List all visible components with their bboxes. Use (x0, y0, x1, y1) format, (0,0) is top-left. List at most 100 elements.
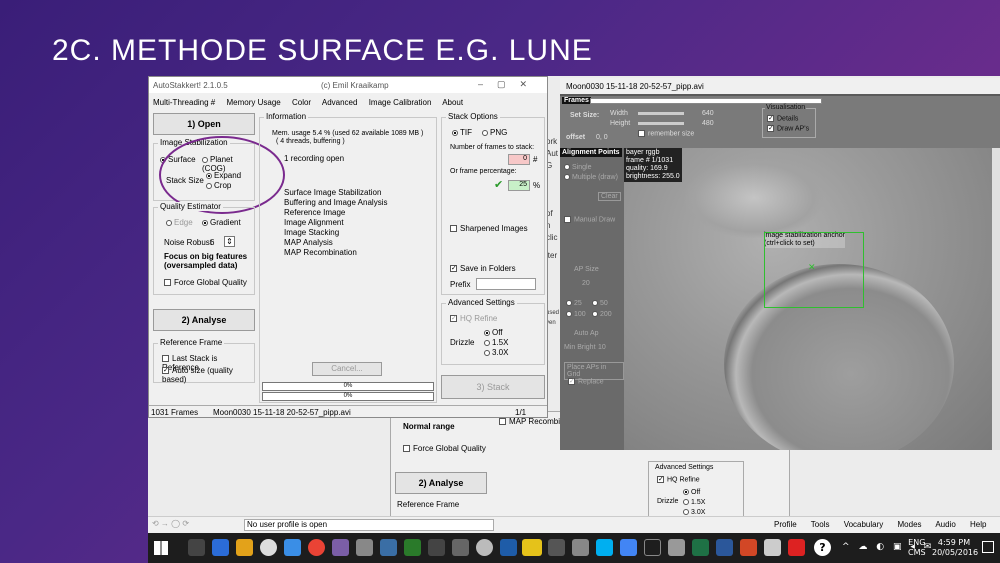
drizzle-off-radio[interactable]: Off (484, 328, 503, 337)
moon-image[interactable]: bayer rggb frame # 1/1031 quality: 169.9… (624, 148, 992, 450)
app-icon[interactable] (476, 539, 493, 556)
app-icon[interactable] (500, 539, 517, 556)
app-icon[interactable] (788, 539, 805, 556)
analyse-button[interactable]: 2) Analyse (153, 309, 255, 331)
checkbox[interactable] (403, 445, 410, 453)
skype-icon[interactable] (596, 539, 613, 556)
clock[interactable]: 4:59 PM 20/05/2016 (932, 538, 978, 558)
back-hq-refine[interactable]: ✓ HQ Refine (657, 476, 700, 483)
app-icon[interactable] (548, 539, 565, 556)
menu-vocabulary[interactable]: Vocabulary (844, 520, 884, 529)
frames-to-stack-input[interactable]: 0 (508, 154, 530, 165)
autostakkert-icon[interactable] (522, 539, 542, 556)
single-radio[interactable]: Single (564, 164, 591, 171)
notification-icon[interactable] (982, 541, 994, 553)
menu-calibration[interactable]: Image Calibration (369, 98, 432, 107)
app-icon[interactable] (572, 539, 589, 556)
cancel-button[interactable]: Cancel... (312, 362, 382, 376)
app-icon[interactable] (380, 539, 397, 556)
desktop-screenshot: Normal range Force Global Quality 2) Ana… (148, 76, 1000, 563)
sharpened-checkbox[interactable]: Sharpened Images (450, 224, 528, 233)
remember-size-checkbox[interactable]: remember size (638, 130, 694, 137)
threads-text: ( 4 threads, buffering ) (276, 138, 345, 145)
preview-scrollbar[interactable] (992, 148, 1000, 450)
preview-titlebar: Moon0030 15-11-18 20-52-57_pipp.avi (560, 78, 1000, 94)
back-drizzle-15[interactable]: 1.5X (683, 499, 705, 506)
app-icon[interactable] (764, 539, 781, 556)
frame-percentage-input[interactable]: 25 (508, 180, 530, 191)
menu-memory[interactable]: Memory Usage (226, 98, 280, 107)
start-icon[interactable] (154, 541, 168, 555)
drizzle-label: Drizzle (450, 338, 475, 347)
back-analyse-button[interactable]: 2) Analyse (395, 472, 487, 494)
memory-usage-text: Mem. usage 5.4 % (used 62 available 1089… (272, 130, 424, 137)
height-slider[interactable] (638, 122, 684, 125)
details-checkbox[interactable]: ✓ Details (767, 115, 798, 122)
menu-tools[interactable]: Tools (811, 520, 830, 529)
drive-icon[interactable] (620, 539, 637, 556)
menu-advanced[interactable]: Advanced (322, 98, 358, 107)
drizzle-15-radio[interactable]: 1.5X (484, 338, 508, 347)
multiple-radio[interactable]: Multiple (draw) (564, 174, 618, 181)
word-icon[interactable] (716, 539, 733, 556)
language-indicator[interactable]: ENG CMS (908, 538, 926, 558)
hq-refine-checkbox[interactable]: ✓ HQ Refine (450, 314, 497, 323)
slide-title: 2C. METHODE SURFACE E.G. LUNE (52, 34, 593, 67)
size-50-radio[interactable]: 50 (592, 300, 608, 307)
app-icon[interactable] (236, 539, 253, 556)
menu-profile[interactable]: Profile (774, 520, 797, 529)
menu-audio[interactable]: Audio (935, 520, 955, 529)
noise-stepper-icon[interactable]: ⇕ (224, 236, 235, 247)
stack-button[interactable]: 3) Stack (441, 375, 545, 399)
size-25-radio[interactable]: 25 (566, 300, 582, 307)
app-icon[interactable] (332, 539, 349, 556)
replace-checkbox[interactable]: ✓ Replace (568, 378, 604, 385)
size-100-radio[interactable]: 100 (566, 311, 586, 318)
edge-radio[interactable]: Edge (166, 218, 193, 227)
manual-draw-checkbox[interactable]: Manual Draw (564, 216, 615, 223)
prefix-input[interactable] (476, 278, 536, 290)
force-global-checkbox[interactable]: Force Global Quality (164, 278, 247, 287)
app-icon[interactable] (404, 539, 421, 556)
drizzle-30-radio[interactable]: 3.0X (484, 348, 508, 357)
nav-icons[interactable]: ⟲ → ◯ ⟳ (152, 519, 189, 528)
app-icon[interactable] (644, 539, 661, 556)
back-drizzle-off[interactable]: Off (683, 489, 700, 496)
png-radio[interactable]: PNG (482, 128, 507, 137)
clear-button[interactable]: Clear (598, 192, 621, 201)
menu-about[interactable]: About (442, 98, 463, 107)
percentage-label: Or frame percentage: (450, 168, 517, 175)
offset-value: 0, 0 (596, 134, 608, 141)
step-item: MAP Analysis (284, 238, 333, 247)
back-force-global[interactable]: Force Global Quality (403, 444, 486, 453)
menu-modes[interactable]: Modes (898, 520, 922, 529)
app-icon[interactable] (668, 539, 685, 556)
excel-icon[interactable] (692, 539, 709, 556)
back-drizzle-30[interactable]: 3.0X (683, 509, 705, 516)
chrome-icon[interactable] (308, 539, 325, 556)
gradient-radio[interactable]: Gradient (202, 218, 241, 227)
app-icon[interactable] (212, 539, 229, 556)
menu-color[interactable]: Color (292, 98, 311, 107)
app-icon[interactable] (284, 539, 301, 556)
app-icon[interactable] (356, 539, 373, 556)
save-folders-checkbox[interactable]: ✓ Save in Folders (450, 264, 516, 273)
taskview-icon[interactable] (188, 539, 205, 556)
status-page: 1/1 (515, 408, 527, 417)
hp-icon[interactable] (260, 539, 277, 556)
app-icon[interactable] (428, 539, 445, 556)
width-slider[interactable] (638, 112, 684, 115)
step-item: Surface Image Stabilization (284, 188, 382, 197)
app-icon[interactable] (452, 539, 469, 556)
auto-size-checkbox[interactable]: ✓ Auto size (quality based) (162, 366, 254, 384)
window-controls[interactable]: –▢✕ (478, 79, 541, 90)
focus-text: Focus on big features (oversampled data) (164, 252, 248, 270)
visualisation-group: Visualisation ✓ Details ✓ Draw AP's (762, 104, 816, 138)
menu-multithreading[interactable]: Multi-Threading # (153, 98, 215, 107)
tif-radio[interactable]: TIF (452, 128, 472, 137)
help-icon[interactable]: ? (814, 539, 831, 556)
powerpoint-icon[interactable] (740, 539, 757, 556)
menu-help[interactable]: Help (970, 520, 986, 529)
draw-aps-checkbox[interactable]: ✓ Draw AP's (767, 125, 809, 132)
size-200-radio[interactable]: 200 (592, 311, 612, 318)
